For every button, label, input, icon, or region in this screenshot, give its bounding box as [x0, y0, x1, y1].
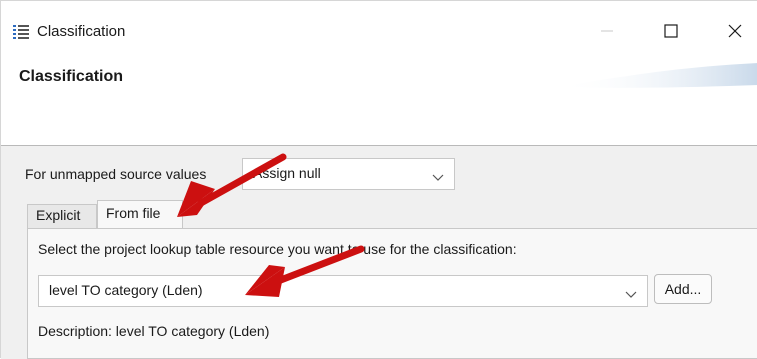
dialog-body: For unmapped source values Assign null E… — [1, 146, 757, 359]
annotation-arrow-tab — [177, 153, 287, 217]
close-icon — [728, 24, 742, 38]
classification-dialog: Classification Classification For unmapp… — [0, 0, 757, 359]
banner-decoration — [558, 63, 757, 88]
annotation-arrow-lookup — [245, 245, 365, 297]
minimize-icon — [600, 24, 614, 38]
from-file-panel: Select the project lookup table resource… — [27, 228, 757, 359]
minimize-button[interactable] — [585, 9, 629, 53]
add-button[interactable]: Add... — [654, 274, 712, 304]
chevron-down-icon — [625, 286, 637, 302]
description-text: Description: level TO category (Lden) — [38, 323, 270, 339]
window-title: Classification — [37, 23, 126, 40]
header-banner: Classification — [1, 63, 757, 146]
maximize-button[interactable] — [649, 9, 693, 53]
lookup-table-value: level TO category (Lden) — [49, 282, 203, 298]
maximize-icon — [664, 24, 678, 38]
page-title: Classification — [19, 68, 124, 85]
chevron-down-icon — [432, 169, 444, 185]
close-button[interactable] — [713, 9, 757, 53]
list-icon — [13, 25, 29, 39]
title-bar: Classification — [1, 1, 757, 63]
tab-explicit[interactable]: Explicit — [27, 204, 97, 228]
